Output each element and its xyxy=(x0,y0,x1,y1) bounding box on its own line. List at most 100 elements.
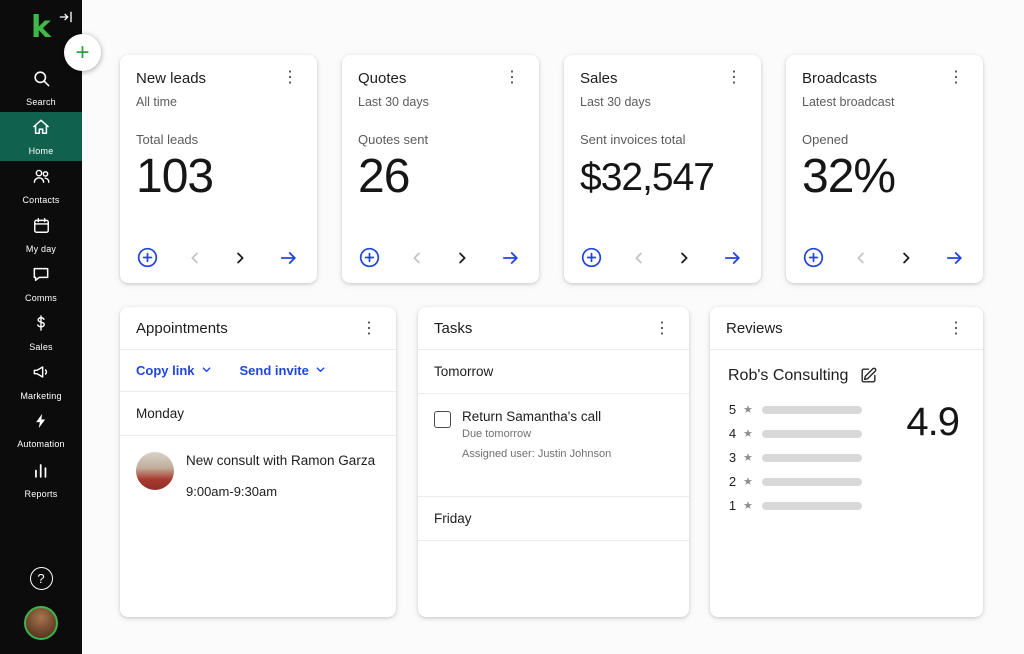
card-period: Last 30 days xyxy=(580,95,745,109)
rating-bar-track xyxy=(762,430,862,438)
user-avatar[interactable] xyxy=(24,606,58,640)
bar-chart-icon xyxy=(32,461,51,485)
chevron-right-icon[interactable] xyxy=(453,249,471,267)
sidebar-item-search[interactable]: Search xyxy=(0,63,82,112)
tasks-card: Tasks ⋮ Tomorrow Return Samantha's call … xyxy=(418,307,689,617)
task-section-header: Tomorrow xyxy=(418,350,689,394)
sidebar-bottom: ? xyxy=(0,567,82,640)
stat-card-quotes: Quotes ⋮ Last 30 days Quotes sent 26 xyxy=(342,55,539,283)
chevron-left-icon[interactable] xyxy=(630,249,648,267)
add-circle-icon[interactable] xyxy=(136,246,159,269)
task-checkbox[interactable] xyxy=(434,411,451,428)
add-circle-icon[interactable] xyxy=(580,246,603,269)
sidebar-item-label: Comms xyxy=(25,293,57,303)
chevron-right-icon[interactable] xyxy=(897,249,915,267)
panel-title: Reviews xyxy=(726,320,783,337)
sidebar-item-label: Search xyxy=(26,97,56,107)
sidebar-item-label: Home xyxy=(29,146,54,156)
kebab-menu-icon[interactable]: ⋮ xyxy=(279,70,301,86)
add-circle-icon[interactable] xyxy=(358,246,381,269)
sidebar-item-reports[interactable]: Reports xyxy=(0,455,82,504)
task-item[interactable]: Return Samantha's call Due tomorrow Assi… xyxy=(418,394,689,497)
quick-add-button[interactable]: + xyxy=(64,34,101,71)
star-icon: ★ xyxy=(743,499,753,512)
kebab-menu-icon[interactable]: ⋮ xyxy=(723,70,745,86)
contacts-icon xyxy=(31,166,52,191)
chevron-left-icon[interactable] xyxy=(186,249,204,267)
metric-value: 32% xyxy=(802,149,967,204)
day-header: Monday xyxy=(120,392,396,436)
appointment-item[interactable]: New consult with Ramon Garza 9:00am-9:30… xyxy=(120,436,396,515)
sidebar-item-home[interactable]: Home xyxy=(0,112,82,161)
help-icon[interactable]: ? xyxy=(30,567,53,590)
card-footer xyxy=(358,246,523,269)
send-invite-button[interactable]: Send invite xyxy=(240,363,326,378)
sidebar-item-label: Marketing xyxy=(20,391,61,401)
task-assigned-user: Assigned user: Justin Johnson xyxy=(462,448,611,460)
appointment-title: New consult with Ramon Garza xyxy=(186,452,375,471)
sidebar-expand-icon[interactable] xyxy=(59,10,75,24)
chevron-left-icon[interactable] xyxy=(408,249,426,267)
sidebar-item-label: Contacts xyxy=(22,195,59,205)
card-title: New leads xyxy=(136,70,206,87)
sidebar-item-comms[interactable]: Comms xyxy=(0,259,82,308)
chevron-right-icon[interactable] xyxy=(675,249,693,267)
chat-bubble-icon xyxy=(31,264,51,289)
sidebar-item-marketing[interactable]: Marketing xyxy=(0,357,82,406)
card-period: Latest broadcast xyxy=(802,95,967,109)
star-icon: ★ xyxy=(743,451,753,464)
card-title: Quotes xyxy=(358,70,406,87)
star-icon: ★ xyxy=(743,475,753,488)
appointments-card: Appointments ⋮ Copy link Send invite Mon… xyxy=(120,307,396,617)
edit-icon[interactable] xyxy=(859,366,878,385)
arrow-right-icon[interactable] xyxy=(498,248,523,268)
arrow-right-icon[interactable] xyxy=(942,248,967,268)
rating-row: 1 ★ xyxy=(728,498,965,513)
kebab-menu-icon[interactable]: ⋮ xyxy=(945,321,967,337)
sidebar-item-contacts[interactable]: Contacts xyxy=(0,161,82,210)
home-icon xyxy=(31,117,51,142)
chevron-right-icon[interactable] xyxy=(231,249,249,267)
sidebar-item-automation[interactable]: Automation xyxy=(0,406,82,455)
sidebar-item-label: My day xyxy=(26,244,56,254)
panel-title: Tasks xyxy=(434,320,472,337)
kebab-menu-icon[interactable]: ⋮ xyxy=(358,321,380,337)
appointments-actions: Copy link Send invite xyxy=(120,350,396,392)
sidebar-item-my-day[interactable]: My day xyxy=(0,210,82,259)
kebab-menu-icon[interactable]: ⋮ xyxy=(945,70,967,86)
sidebar: k Search Home Contacts My day Comms Sale… xyxy=(0,0,82,654)
rating-row: 3 ★ xyxy=(728,450,965,465)
contact-avatar xyxy=(136,452,174,490)
rating-bar-track xyxy=(762,454,862,462)
megaphone-icon xyxy=(31,362,51,387)
copy-link-button[interactable]: Copy link xyxy=(136,363,212,378)
card-period: All time xyxy=(136,95,301,109)
stat-card-broadcasts: Broadcasts ⋮ Latest broadcast Opened 32% xyxy=(786,55,983,283)
metric-value: $32,547 xyxy=(580,156,745,200)
rating-bar-track xyxy=(762,478,862,486)
card-period: Last 30 days xyxy=(358,95,523,109)
kebab-menu-icon[interactable]: ⋮ xyxy=(501,70,523,86)
rating-bar-track xyxy=(762,502,862,510)
sidebar-nav: Search Home Contacts My day Comms Sales … xyxy=(0,63,82,504)
sidebar-item-label: Reports xyxy=(25,489,58,499)
rating-row: 2 ★ xyxy=(728,474,965,489)
rating-bar-track xyxy=(762,406,862,414)
kebab-menu-icon[interactable]: ⋮ xyxy=(651,321,673,337)
star-count-label: 2 xyxy=(728,474,737,489)
sidebar-item-label: Sales xyxy=(29,342,53,352)
arrow-right-icon[interactable] xyxy=(276,248,301,268)
average-rating: 4.9 xyxy=(906,400,959,445)
metric-label: Sent invoices total xyxy=(580,132,745,147)
stat-card-sales: Sales ⋮ Last 30 days Sent invoices total… xyxy=(564,55,761,283)
star-icon: ★ xyxy=(743,403,753,416)
metric-value: 103 xyxy=(136,149,301,204)
arrow-right-icon[interactable] xyxy=(720,248,745,268)
stat-card-new-leads: New leads ⋮ All time Total leads 103 xyxy=(120,55,317,283)
sidebar-item-sales[interactable]: Sales xyxy=(0,308,82,357)
chevron-left-icon[interactable] xyxy=(852,249,870,267)
add-circle-icon[interactable] xyxy=(802,246,825,269)
task-title: Return Samantha's call xyxy=(462,409,611,424)
lightning-icon xyxy=(32,412,50,435)
card-title: Broadcasts xyxy=(802,70,877,87)
